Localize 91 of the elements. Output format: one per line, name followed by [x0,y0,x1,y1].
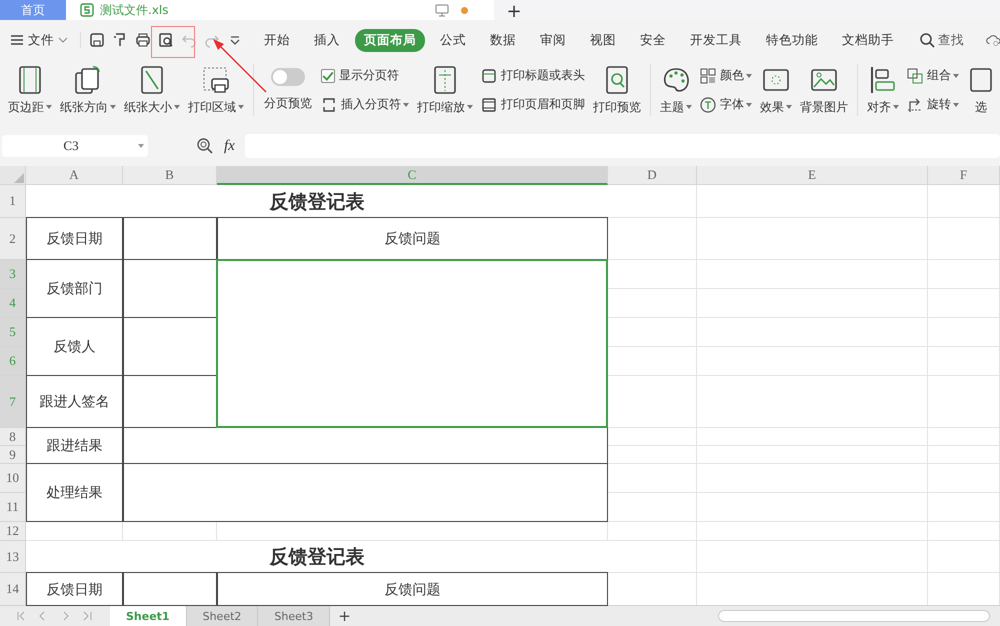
file-menu[interactable]: 文件 [6,30,72,50]
table-title: 反馈登记表 [268,190,366,214]
header-footer-icon [481,96,497,112]
chevron-down-icon [58,36,68,44]
row-header[interactable]: 1 [0,185,26,218]
ribbon-button[interactable]: 字体 [700,96,752,113]
ribbon-button[interactable]: 选 [963,64,999,116]
ribbon-tab[interactable]: 开发工具 [681,28,751,52]
ribbon-button[interactable]: 组合 [907,67,959,84]
page-margin-icon [16,64,44,94]
ribbon-button[interactable]: 对齐 [863,64,903,116]
print-icon[interactable] [135,32,151,48]
page-break-preview-toggle[interactable]: 分页预览 [259,68,317,112]
dropdown-caret-icon[interactable] [138,144,144,148]
ribbon-button[interactable]: 颜色 [700,67,752,84]
ribbon-button[interactable]: 打印预览 [589,64,645,116]
table-cell-text: 处理结果 [46,484,104,503]
row-header[interactable]: 10 [0,464,26,493]
table-cell-text: 跟进结果 [46,437,104,456]
ribbon-tab[interactable]: 安全 [631,28,675,52]
ribbon-button[interactable]: 插入分页符 [321,96,409,113]
ribbon-button[interactable]: 打印标题或表头 [481,67,585,84]
spreadsheet-icon [80,3,94,17]
ribbon-tab[interactable]: 页面布局 [355,28,425,52]
table-cell-text: 反馈日期 [46,230,104,249]
ribbon-button[interactable]: 效果 [756,64,796,116]
column-header[interactable]: D [608,166,697,185]
search-button[interactable]: 查找 [913,30,970,50]
ribbon-button[interactable]: 纸张方向 [56,64,120,116]
row-header[interactable]: 2 [0,218,26,260]
column-header[interactable]: A [26,166,123,185]
ribbon-button[interactable]: 页边距 [4,64,56,116]
ribbon-tab[interactable]: 文档助手 [833,28,903,52]
ribbon-button[interactable]: 打印页眉和页脚 [481,96,585,113]
table-cell-text: 反馈日期 [46,580,104,600]
page-size-icon [138,64,166,94]
row-header[interactable]: 13 [0,541,26,573]
ribbon-button[interactable]: 主题 [656,64,696,116]
sheet-tab[interactable]: Sheet2 [186,606,258,626]
align-left-icon [869,64,897,94]
row-header[interactable]: 11 [0,493,26,522]
menu-icon [10,34,24,46]
sheet-tab[interactable]: Sheet1 [110,606,187,626]
page-orientation-icon [74,64,102,94]
ribbon-tab[interactable]: 插入 [305,28,349,52]
group-icon [907,68,923,84]
column-header[interactable]: F [928,166,1000,185]
rotate-icon [907,96,923,112]
page-break-icon [321,96,337,112]
table-cell-text: 反馈问题 [384,230,442,249]
ribbon-button[interactable]: 纸张大小 [120,64,184,116]
zoom-icon[interactable] [196,137,214,155]
print-preview-icon [603,64,631,94]
column-header[interactable]: B [123,166,217,185]
print-area-icon [202,64,230,94]
table-title: 反馈登记表 [268,545,366,570]
ribbon-tab[interactable]: 特色功能 [757,28,827,52]
print-zoom-icon [431,64,459,94]
ribbon-button[interactable]: 旋转 [907,96,959,113]
print-title-icon [481,68,497,84]
add-sheet-button[interactable]: + [330,606,359,626]
row-header[interactable]: 14 [0,573,26,606]
color-grid-icon [700,68,716,84]
ribbon-tab[interactable]: 公式 [431,28,475,52]
horizontal-scrollbar[interactable] [718,610,990,622]
table-cell-text: 跟进人签名 [38,393,110,412]
row-header[interactable]: 8 [0,428,26,446]
ribbon-tab[interactable]: 数据 [481,28,525,52]
show-page-breaks-checkbox[interactable]: 显示分页符 [321,67,409,84]
row-header[interactable]: 9 [0,446,26,464]
print-preview-icon[interactable] [158,32,174,48]
column-header[interactable]: E [697,166,928,185]
table-cell-text: 反馈人 [52,338,96,357]
save-icon[interactable] [89,32,105,48]
file-tab[interactable]: 测试文件.xls [66,0,286,20]
font-circle-icon [700,96,716,112]
ribbon-tab[interactable]: 开始 [255,28,299,52]
ribbon-tab[interactable]: 审阅 [531,28,575,52]
function-label[interactable]: fx [224,138,235,154]
table-cell-text: 反馈部门 [46,280,104,299]
ribbon-tab[interactable]: 视图 [581,28,625,52]
ribbon-button[interactable]: 打印缩放 [413,64,477,116]
search-icon [919,32,935,48]
name-box[interactable]: C3 [2,135,148,157]
ribbon-button[interactable]: 背景图片 [796,64,852,116]
table-cell-text: 反馈问题 [384,580,442,600]
sheet-tab[interactable]: Sheet3 [258,606,330,626]
ribbon-button[interactable]: 打印区域 [184,64,248,116]
highlight-box [151,26,195,58]
monitor-icon[interactable] [435,4,449,16]
row-header[interactable]: 12 [0,522,26,541]
